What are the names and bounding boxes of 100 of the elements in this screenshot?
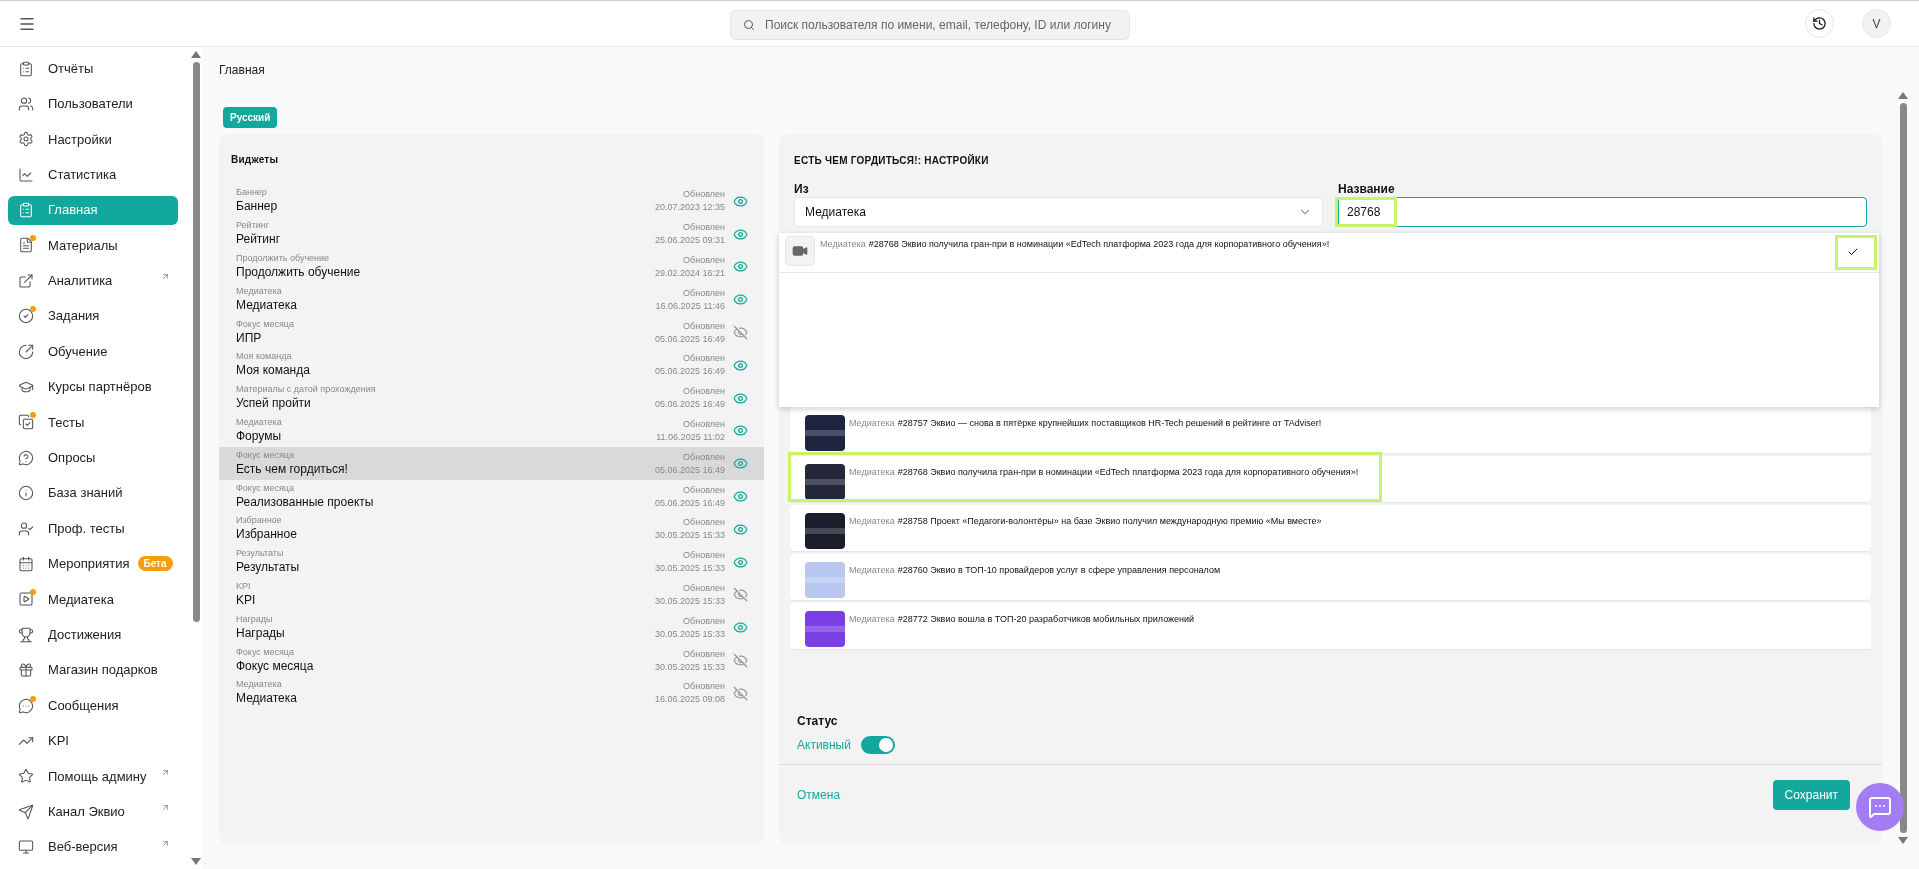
widget-row[interactable]: Результаты Результаты Обновлен 30.05.2025 15:33 <box>219 545 764 579</box>
updated-label: Обновлен <box>682 319 725 333</box>
user-avatar[interactable]: V <box>1862 9 1891 38</box>
sidebar-item[interactable]: Канал Эквио <box>8 797 178 827</box>
eye-icon[interactable] <box>733 620 748 636</box>
sidebar-item[interactable]: Тесты <box>8 407 178 437</box>
sidebar-item[interactable]: Материалы <box>8 230 178 260</box>
status-toggle[interactable] <box>860 736 895 754</box>
widget-row[interactable]: Награды Награды Обновлен 30.05.2025 15:33 <box>219 611 764 645</box>
sidebar-item[interactable]: Сообщения <box>8 691 178 721</box>
sidebar-item[interactable]: Магазин подарков <box>8 655 178 685</box>
material-card[interactable]: Медиатека #28760 Эквио в ТОП-10 провайдеров услуг в сфере управления персоналом <box>790 554 1871 601</box>
sidebar-item[interactable]: Аналитика <box>8 266 178 296</box>
material-title: #28757 Эквио — снова в пятёрке крупнейших поставщиков HR-Tech решений в рейтинге от TAdviser! <box>897 417 1322 430</box>
menu-icon <box>18 697 34 714</box>
widget-row[interactable]: Моя команда Моя команда Обновлен 05.06.2025 16:49 <box>219 349 764 382</box>
widget-row[interactable]: Избранное Избранное Обновлен 30.05.2025 15:33 <box>219 512 764 546</box>
eye-off-icon[interactable] <box>733 325 748 341</box>
sidebar-item[interactable]: Статистика <box>8 160 178 190</box>
eye-icon[interactable] <box>733 357 748 373</box>
scrollbar[interactable] <box>1897 92 1909 844</box>
updated-label: Обновлен <box>682 647 725 661</box>
material-card[interactable]: Медиатека #28772 Эквио вошла в ТОП-20 разработчиков мобильных приложений <box>790 603 1871 650</box>
menu-icon <box>18 485 34 502</box>
widget-category: Медиатека <box>236 285 283 297</box>
eye-icon[interactable] <box>733 390 748 406</box>
material-title: #28758 Проект «Педагоги-волонтёры» на базе Эквио получил международную премию «Мы вместе» <box>897 515 1322 528</box>
eye-icon[interactable] <box>733 554 748 570</box>
widget-row[interactable]: KPI KPI Обновлен 30.05.2025 15:33 <box>219 578 764 612</box>
sidebar-item[interactable]: Достижения <box>8 620 178 650</box>
widget-category: Избранное <box>236 515 283 527</box>
sidebar-item[interactable]: Обучение <box>8 337 178 367</box>
source-select[interactable]: Медиатека <box>794 197 1323 227</box>
widget-title: Успей пройти <box>236 395 312 413</box>
updated-label: Обновлен <box>682 516 725 530</box>
name-input[interactable]: 28768 <box>1338 197 1867 227</box>
menu-icon <box>18 237 34 254</box>
menu-icon <box>18 60 34 77</box>
sidebar-item[interactable]: База знаний <box>8 478 178 508</box>
eye-off-icon[interactable] <box>733 653 748 669</box>
material-card[interactable]: Медиатека #28758 Проект «Педагоги-волонтёры» на базе Эквио получил международную премию «Мы вместе» <box>790 505 1871 552</box>
beta-badge: Бета <box>137 556 173 572</box>
widget-row[interactable]: Фокус месяца Реализованные проекты Обновлен 05.06.2025 16:49 <box>219 480 764 513</box>
widget-row[interactable]: Фокус месяца Фокус месяца Обновлен 30.05.2025 15:33 <box>219 644 764 677</box>
sidebar-item[interactable]: Отчёты <box>8 54 178 83</box>
widget-row[interactable]: Медиатека Форумы Обновлен 11.06.2025 11:02 <box>219 414 764 448</box>
widget-row[interactable]: Медиатека Медиатека Обновлен 16.06.2025 11:46 <box>219 283 764 317</box>
widget-category: Медиатека <box>236 679 283 691</box>
eye-icon[interactable] <box>733 226 748 242</box>
status-label: Активный <box>797 737 851 754</box>
widget-row[interactable]: Продолжить обучение Продолжить обучение Обновлен 29.02.2024 16:21 <box>219 250 764 284</box>
sidebar-item[interactable]: Пользователи <box>8 89 178 119</box>
breadcrumb[interactable]: Главная <box>219 61 1909 77</box>
sidebar-item[interactable]: Веб-версия <box>8 832 178 862</box>
sidebar-item[interactable]: Курсы партнёров <box>8 372 178 402</box>
eye-icon[interactable] <box>733 292 748 308</box>
sidebar-item[interactable]: Опросы <box>8 443 178 473</box>
eye-icon[interactable] <box>733 423 748 439</box>
eye-icon[interactable] <box>733 193 748 209</box>
updated-date: 20.07.2023 12:35 <box>654 201 725 215</box>
sidebar-item[interactable]: Помощь админу <box>8 761 178 791</box>
widget-row[interactable]: Материалы с датой прохождения Успей пройти Обновлен 05.06.2025 16:49 <box>219 381 764 415</box>
widget-row[interactable]: Медиатека Медиатека Обновлен 16.06.2025 09:08 <box>219 676 764 710</box>
widget-row[interactable]: Фокус месяца ИПР Обновлен 05.06.2025 16:49 <box>219 316 764 349</box>
widget-category: Рейтинг <box>236 220 271 232</box>
material-card[interactable]: Медиатека #28757 Эквио — снова в пятёрке крупнейших поставщиков HR-Tech решений в рейтинге от TAdviser! <box>790 407 1871 454</box>
eye-off-icon[interactable] <box>733 587 748 603</box>
sidebar-item[interactable]: Медиатека <box>8 584 178 614</box>
menu-icon <box>18 839 34 856</box>
eye-icon[interactable] <box>733 489 748 505</box>
eye-icon[interactable] <box>733 259 748 275</box>
widget-row[interactable]: Баннер Баннер Обновлен 20.07.2023 12:35 <box>219 185 764 218</box>
widget-row[interactable]: Рейтинг Рейтинг Обновлен 25.06.2025 09:31 <box>219 217 764 251</box>
scrollbar[interactable] <box>190 47 202 869</box>
eye-icon[interactable] <box>733 521 748 537</box>
search-result[interactable]: Медиатека #28768 Эквио получила гран-при в номинации «EdTech платформа 2023 года для корпоративного обучения»! <box>779 233 1879 273</box>
menu-icon <box>18 555 34 572</box>
eye-icon[interactable] <box>733 456 748 472</box>
updated-date: 25.06.2025 09:31 <box>654 234 725 248</box>
search-field[interactable]: Поиск пользователя по имени, email, телефону, ID или логину <box>730 10 1130 40</box>
widget-title: Медиатека <box>236 296 298 314</box>
sidebar-item[interactable]: Проф. тесты <box>8 514 178 544</box>
sidebar-item[interactable]: Мероприятия Бета <box>8 549 178 579</box>
widget-category: Награды <box>236 613 274 625</box>
updated-label: Обновлен <box>682 286 725 300</box>
updated-date: 05.06.2025 16:49 <box>654 496 725 510</box>
widget-row[interactable]: Фокус месяца Есть чем гордиться! Обновлен 05.06.2025 16:49 <box>219 447 764 481</box>
result-source: Медиатека <box>820 238 866 251</box>
menu-icon <box>18 202 34 219</box>
updated-date: 30.05.2025 15:33 <box>654 594 725 608</box>
material-title: #28760 Эквио в ТОП-10 провайдеров услуг в сфере управления персоналом <box>897 564 1221 577</box>
sidebar-item[interactable]: Задания <box>8 301 178 331</box>
updated-date: 16.06.2025 09:08 <box>654 693 725 707</box>
video-camera-icon <box>792 243 808 259</box>
menu-icon <box>18 803 34 820</box>
sidebar-item[interactable]: KPI <box>8 726 178 756</box>
eye-off-icon[interactable] <box>733 685 748 701</box>
chat-icon <box>1868 795 1892 819</box>
sidebar-item[interactable]: Настройки <box>8 124 178 154</box>
result-title: #28768 Эквио получила гран-при в номинации «EdTech платформа 2023 года для корпоративного обучения»! <box>868 238 1331 251</box>
